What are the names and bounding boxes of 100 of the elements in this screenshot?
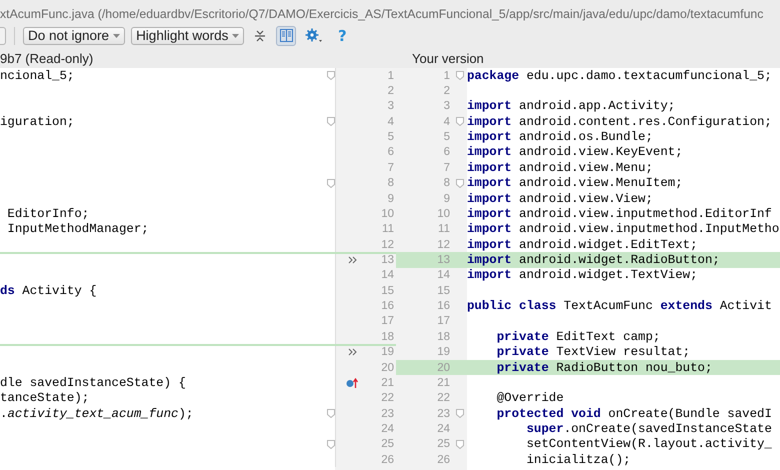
fold-icon[interactable]	[456, 408, 464, 418]
dropdown[interactable]: Highlight words	[131, 26, 244, 44]
line-number: 9	[442, 192, 451, 206]
code-line: public class TextAcumFunc extends Activit	[467, 299, 772, 314]
fold-icon[interactable]	[456, 440, 464, 449]
line-number: 13	[436, 252, 451, 268]
code-line: @Override	[496, 391, 564, 406]
line-number: 19	[380, 345, 395, 360]
fold-icon[interactable]	[456, 117, 464, 126]
toolbar-button[interactable]	[0, 26, 6, 44]
line-number: 12	[380, 238, 395, 252]
code-line: import android.content.res.Configuration;	[467, 114, 772, 129]
line-number: 10	[436, 206, 451, 222]
code-line: import android.widget.RadioButton;	[467, 252, 720, 267]
line-number: 25	[436, 437, 451, 452]
line-number: 23	[380, 406, 395, 422]
line-number: 5	[386, 130, 395, 145]
line-number: 20	[380, 360, 395, 376]
code-line: private TextView resultat;	[496, 345, 690, 360]
line-number: 8	[442, 176, 451, 191]
line-number: 18	[380, 330, 395, 344]
window-title: xtAcumFunc.java (/home/eduardbv/Escritorio/Q7/DAMO/Exercicis_AS/TextAcumFuncional_5/app/src/main/java/edu/upc/damo/textacumfunc	[0, 7, 764, 22]
line-number: 24	[380, 422, 395, 437]
line-number: 3	[386, 99, 395, 114]
caret-icon	[232, 34, 240, 38]
line-number: 8	[386, 176, 395, 191]
pane-title: Your version	[412, 51, 484, 66]
code-line: inicialitza();	[525, 452, 631, 467]
fold-icon[interactable]	[327, 408, 335, 418]
fold-icon[interactable]	[327, 71, 335, 80]
line-number: 16	[436, 299, 451, 314]
code-line: iguration;	[0, 114, 74, 129]
line-number: 5	[442, 130, 451, 145]
code-line: import android.view.KeyEvent;	[467, 145, 683, 160]
side-by-side-icon[interactable]	[276, 26, 296, 46]
code-line: import android.view.inputmethod.EditorInf	[467, 206, 772, 221]
line-number: 15	[380, 284, 395, 298]
line-number: 17	[436, 314, 451, 330]
line-number: 11	[437, 222, 451, 237]
line-number: 17	[380, 314, 395, 330]
line-number: 19	[436, 345, 451, 360]
line-number: 1	[386, 68, 395, 84]
line-number: 26	[380, 452, 395, 468]
code-line: setContentView(R.layout.activity_	[525, 437, 772, 452]
line-number: 4	[386, 114, 395, 130]
line-number: 6	[386, 145, 395, 160]
line-number: 7	[386, 160, 395, 176]
line-number: 21	[380, 376, 395, 391]
line-number: 12	[436, 238, 451, 252]
line-number: 25	[380, 437, 395, 452]
code-line: EditorInfo;	[6, 206, 90, 221]
code-line: tanceState);	[0, 391, 90, 406]
code-line: package edu.upc.damo.textacumfuncional_5;	[467, 68, 772, 83]
line-number: 2	[442, 84, 451, 99]
code-line: import android.view.MenuItem;	[467, 176, 683, 190]
code-line: .activity_text_acum_func);	[0, 406, 194, 421]
caret-icon	[113, 34, 120, 38]
line-number: 26	[436, 452, 451, 468]
code-line: import android.widget.TextView;	[467, 268, 698, 282]
line-number: 16	[380, 299, 395, 314]
line-number: 22	[436, 391, 451, 406]
code-line: ncional_5;	[0, 68, 74, 83]
chevrons-icon[interactable]	[348, 256, 358, 264]
line-number: 20	[436, 360, 451, 376]
line-number: 21	[436, 376, 451, 391]
dropdown[interactable]: Do not ignore	[23, 26, 126, 44]
code-line: protected void onCreate(Bundle savedI	[496, 406, 772, 421]
line-number: 13	[380, 252, 395, 268]
fold-icon[interactable]	[456, 178, 464, 188]
code-line: import android.os.Bundle;	[467, 130, 653, 144]
code-line: import android.view.View;	[467, 192, 653, 206]
code-line: ds Activity {	[0, 284, 97, 298]
override-icon[interactable]	[346, 378, 358, 388]
fold-icon[interactable]	[327, 440, 335, 449]
line-number: 14	[436, 268, 451, 284]
code-line: super.onCreate(savedInstanceState	[526, 422, 772, 436]
line-number: 14	[380, 268, 395, 284]
line-number: 7	[442, 160, 451, 176]
code-line: import android.widget.EditText;	[467, 238, 698, 252]
line-number: 23	[436, 406, 451, 422]
line-number: 9	[386, 192, 395, 206]
code-line: import android.view.inputmethod.InputMetho	[467, 222, 780, 236]
line-number: 24	[436, 422, 451, 437]
code-line: import android.view.Menu;	[467, 160, 653, 175]
line-number: 3	[442, 99, 451, 114]
code-line: InputMethodManager;	[6, 222, 149, 236]
fold-icon[interactable]	[456, 71, 464, 80]
code-line: private EditText camp;	[496, 330, 660, 344]
line-number: 4	[442, 114, 451, 130]
line-number: 15	[436, 284, 451, 298]
line-number: 22	[380, 391, 395, 406]
line-number: 11	[381, 222, 395, 237]
line-number: 10	[380, 206, 395, 222]
line-number: 1	[442, 68, 451, 84]
line-number: 6	[442, 145, 451, 160]
chevrons-icon[interactable]	[348, 348, 358, 356]
fold-icon[interactable]	[327, 178, 335, 188]
code-line: import android.app.Activity;	[467, 99, 676, 114]
code-line: private RadioButton nou_buto;	[496, 360, 712, 374]
fold-icon[interactable]	[327, 117, 335, 126]
